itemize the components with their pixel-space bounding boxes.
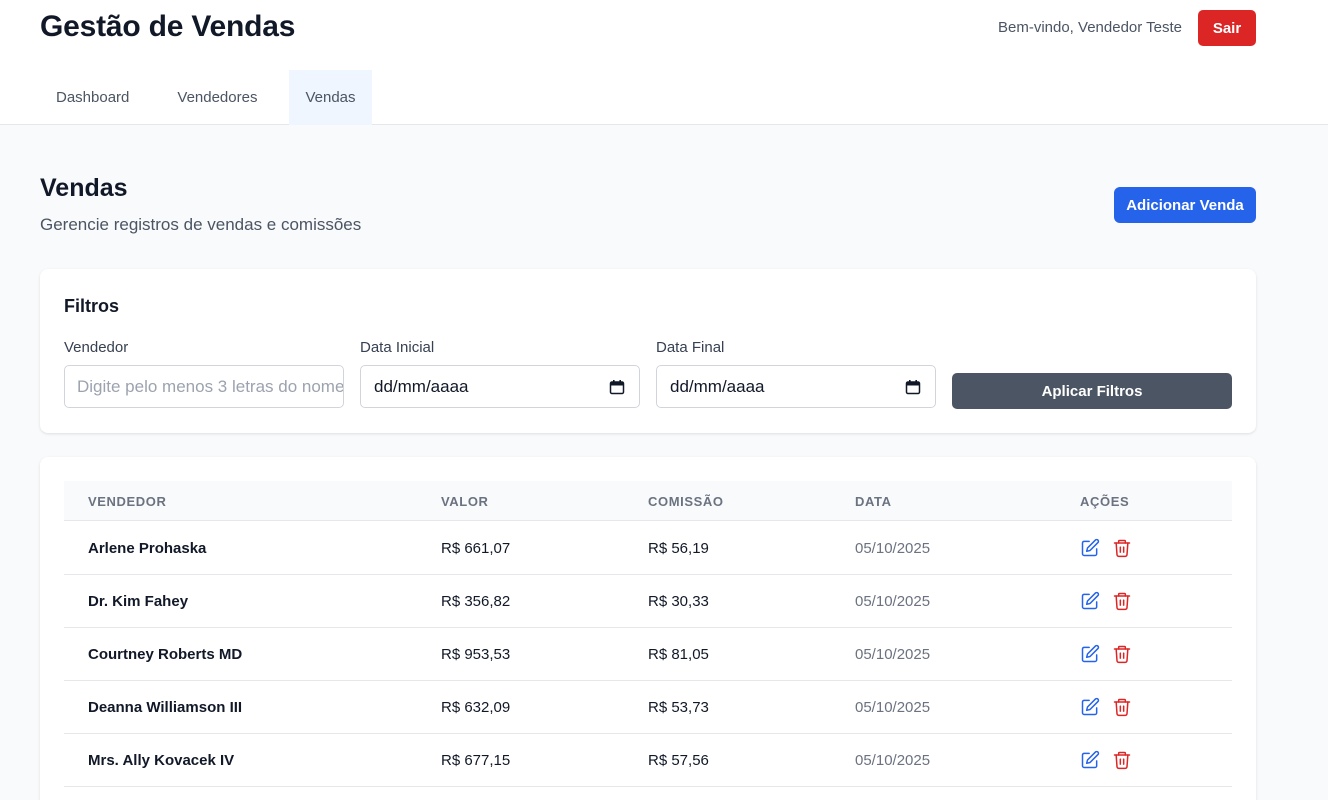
edit-icon[interactable] bbox=[1080, 591, 1100, 611]
sales-table: VENDEDOR VALOR COMISSÃO DATA AÇÕES Arlen… bbox=[40, 457, 1256, 800]
tab-vendas[interactable]: Vendas bbox=[289, 70, 372, 125]
trash-icon[interactable] bbox=[1112, 750, 1132, 770]
table-header: VENDEDOR VALOR COMISSÃO DATA AÇÕES bbox=[64, 481, 1232, 521]
data-final-value: dd/mm/aaaa bbox=[670, 376, 765, 396]
cell-valor: R$ 632,09 bbox=[441, 699, 511, 716]
cell-vendedor: Arlene Prohaska bbox=[88, 540, 207, 557]
column-header-comissao: COMISSÃO bbox=[648, 494, 724, 509]
cell-valor: R$ 661,07 bbox=[441, 540, 511, 557]
data-final-input[interactable]: dd/mm/aaaa bbox=[656, 365, 936, 408]
filters-card: Filtros Vendedor Digite pelo menos 3 let… bbox=[40, 269, 1256, 433]
cell-vendedor: Dr. Kim Fahey bbox=[88, 593, 189, 610]
table-row: Dr. Kim Fahey R$ 356,82 R$ 30,33 05/10/2… bbox=[64, 575, 1232, 628]
column-header-valor: VALOR bbox=[441, 494, 489, 509]
cell-valor: R$ 356,82 bbox=[441, 593, 511, 610]
data-inicial-input[interactable]: dd/mm/aaaa bbox=[360, 365, 640, 408]
cell-data: 05/10/2025 bbox=[855, 752, 931, 769]
cell-data: 05/10/2025 bbox=[855, 593, 931, 610]
cell-valor: R$ 677,15 bbox=[441, 752, 511, 769]
calendar-icon[interactable] bbox=[905, 379, 921, 395]
table-row: Deanna Williamson III R$ 632,09 R$ 53,73… bbox=[64, 681, 1232, 734]
cell-valor: R$ 953,53 bbox=[441, 646, 511, 663]
vendedor-filter-input[interactable]: Digite pelo menos 3 letras do nome bbox=[64, 365, 344, 408]
trash-icon[interactable] bbox=[1112, 644, 1132, 664]
edit-icon[interactable] bbox=[1080, 750, 1100, 770]
top-header: Gestão de Vendas Bem-vindo, Vendedor Tes… bbox=[0, 0, 1328, 125]
tab-vendedores[interactable]: Vendedores bbox=[161, 70, 273, 125]
trash-icon[interactable] bbox=[1112, 697, 1132, 717]
cell-comissao: R$ 57,56 bbox=[648, 752, 709, 769]
data-inicial-label: Data Inicial bbox=[360, 339, 435, 356]
page-title: Vendas bbox=[40, 174, 128, 202]
column-header-data: DATA bbox=[855, 494, 892, 509]
table-row: Mrs. Ally Kovacek IV R$ 677,15 R$ 57,56 … bbox=[64, 734, 1232, 787]
edit-icon[interactable] bbox=[1080, 538, 1100, 558]
data-final-label: Data Final bbox=[656, 339, 725, 356]
main-nav: Dashboard Vendedores Vendas bbox=[40, 70, 372, 125]
page-subtitle: Gerencie registros de vendas e comissões bbox=[40, 215, 362, 234]
cell-vendedor: Courtney Roberts MD bbox=[88, 646, 243, 663]
cell-vendedor: Deanna Williamson III bbox=[88, 699, 243, 716]
cell-data: 05/10/2025 bbox=[855, 540, 931, 557]
table-row: Courtney Roberts MD R$ 953,53 R$ 81,05 0… bbox=[64, 628, 1232, 681]
filters-title: Filtros bbox=[64, 296, 120, 316]
cell-vendedor: Mrs. Ally Kovacek IV bbox=[88, 752, 235, 769]
edit-icon[interactable] bbox=[1080, 697, 1100, 717]
data-inicial-value: dd/mm/aaaa bbox=[374, 376, 469, 396]
vendedor-filter-label: Vendedor bbox=[64, 339, 129, 356]
table-row: Arlene Prohaska R$ 661,07 R$ 56,19 05/10… bbox=[64, 522, 1232, 575]
calendar-icon[interactable] bbox=[609, 379, 625, 395]
cell-data: 05/10/2025 bbox=[855, 699, 931, 716]
column-header-vendedor: VENDEDOR bbox=[88, 494, 167, 509]
trash-icon[interactable] bbox=[1112, 538, 1132, 558]
apply-filters-button[interactable]: Aplicar Filtros bbox=[952, 373, 1232, 409]
cell-comissao: R$ 53,73 bbox=[648, 699, 709, 716]
edit-icon[interactable] bbox=[1080, 644, 1100, 664]
welcome-text: Bem-vindo, Vendedor Teste bbox=[997, 19, 1182, 36]
cell-comissao: R$ 81,05 bbox=[648, 646, 709, 663]
column-header-acoes: AÇÕES bbox=[1080, 494, 1130, 509]
tab-dashboard[interactable]: Dashboard bbox=[40, 70, 145, 125]
app-title: Gestão de Vendas bbox=[40, 10, 296, 43]
logout-button[interactable]: Sair bbox=[1198, 10, 1256, 46]
cell-data: 05/10/2025 bbox=[855, 646, 931, 663]
cell-comissao: R$ 56,19 bbox=[648, 540, 709, 557]
trash-icon[interactable] bbox=[1112, 591, 1132, 611]
cell-comissao: R$ 30,33 bbox=[648, 593, 709, 610]
add-sale-button[interactable]: Adicionar Venda bbox=[1114, 187, 1256, 223]
